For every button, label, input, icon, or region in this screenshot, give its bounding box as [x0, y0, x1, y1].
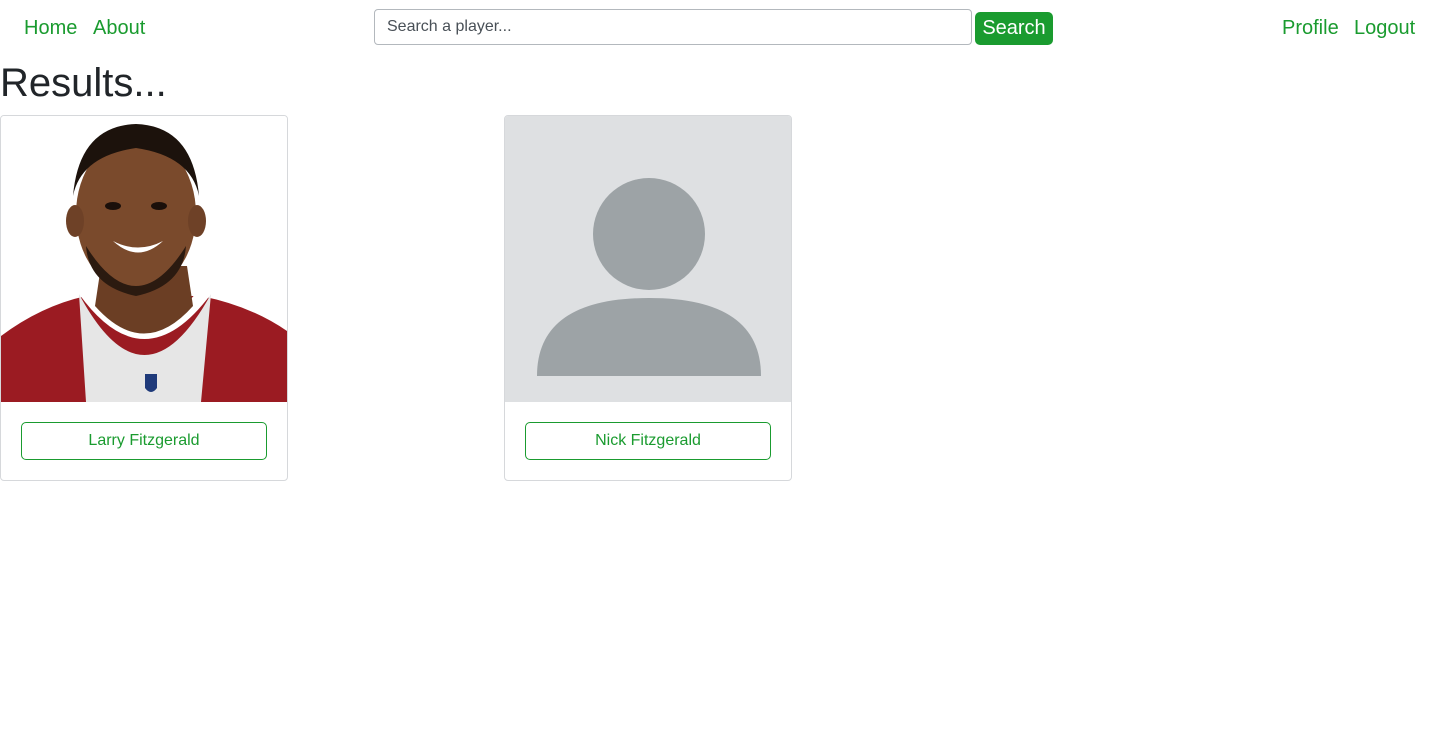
nav-about-link[interactable]: About — [93, 14, 145, 42]
player-card: Nick Fitzgerald — [504, 115, 792, 481]
page-title: Results... — [0, 61, 167, 105]
navbar: Home About Search Profile Logout — [0, 0, 1440, 56]
avatar-placeholder-graphic — [505, 116, 791, 402]
nav-home-link[interactable]: Home — [24, 14, 77, 42]
search-button[interactable]: Search — [975, 12, 1053, 45]
search-input[interactable] — [374, 9, 972, 45]
player-photo — [1, 116, 287, 402]
nav-logout-link[interactable]: Logout — [1354, 14, 1415, 42]
nav-profile-link[interactable]: Profile — [1282, 14, 1339, 42]
player-name-button[interactable]: Larry Fitzgerald — [21, 422, 267, 460]
player-card: Larry Fitzgerald — [0, 115, 288, 481]
player-name-button[interactable]: Nick Fitzgerald — [525, 422, 771, 460]
default-avatar-icon — [505, 116, 791, 402]
player-photo-illustration — [1, 116, 287, 402]
